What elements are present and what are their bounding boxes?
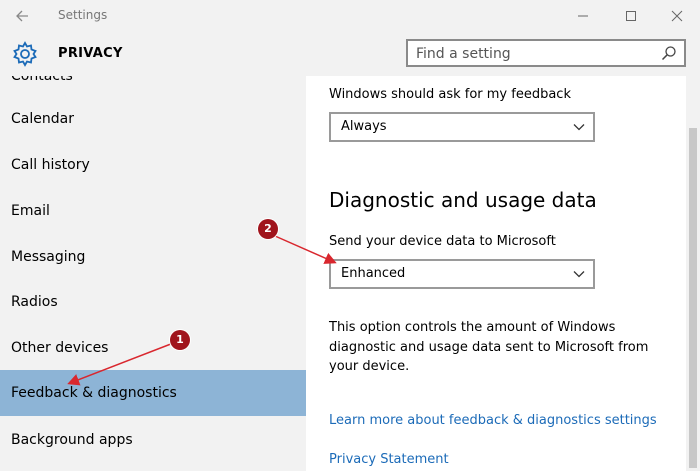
window-title: Settings	[58, 8, 108, 22]
minimize-icon	[578, 15, 588, 17]
close-icon	[671, 10, 683, 22]
diagnostic-data-dropdown[interactable]: Enhanced	[329, 259, 595, 289]
sidebar-item-call-history[interactable]: Call history	[0, 142, 306, 188]
annotation-badge-2: 2	[258, 219, 278, 239]
back-arrow-icon	[16, 10, 28, 22]
close-button[interactable]	[654, 0, 700, 32]
feedback-frequency-dropdown[interactable]: Always	[329, 112, 595, 142]
page-header: PRIVACY	[0, 32, 700, 76]
search-box[interactable]	[406, 39, 686, 67]
minimize-button[interactable]	[560, 0, 606, 32]
gear-icon	[13, 41, 37, 67]
section-title: PRIVACY	[58, 46, 123, 61]
diagnostic-data-value: Enhanced	[341, 266, 406, 281]
sidebar-item-messaging[interactable]: Messaging	[0, 234, 306, 280]
title-bar: Settings	[0, 0, 700, 32]
sidebar-item-radios[interactable]: Radios	[0, 279, 306, 325]
diagnostic-data-label: Send your device data to Microsoft	[329, 234, 556, 249]
main-content: Windows should ask for my feedback Alway…	[306, 76, 686, 471]
search-icon[interactable]	[660, 44, 678, 62]
search-input[interactable]	[416, 44, 646, 64]
maximize-icon	[626, 11, 636, 21]
diagnostic-description: This option controls the amount of Windo…	[329, 320, 649, 374]
annotation-badge-1: 1	[170, 330, 190, 350]
scrollbar-thumb[interactable]	[689, 128, 697, 468]
privacy-statement-link[interactable]: Privacy Statement	[329, 452, 449, 467]
sidebar: Contacts Calendar Call history Email Mes…	[0, 76, 306, 471]
chevron-down-icon	[573, 124, 585, 131]
maximize-button[interactable]	[608, 0, 654, 32]
feedback-frequency-value: Always	[341, 119, 387, 134]
sidebar-item-other-devices[interactable]: Other devices	[0, 325, 306, 371]
sidebar-item-calendar[interactable]: Calendar	[0, 96, 306, 142]
feedback-frequency-label: Windows should ask for my feedback	[329, 87, 571, 102]
scrollbar[interactable]	[686, 76, 700, 471]
learn-more-link[interactable]: Learn more about feedback & diagnostics …	[329, 413, 657, 428]
chevron-down-icon	[573, 271, 585, 278]
sidebar-item-background-apps[interactable]: Background apps	[0, 417, 306, 463]
sidebar-item-feedback-diagnostics[interactable]: Feedback & diagnostics	[0, 370, 306, 416]
back-button[interactable]	[10, 4, 34, 28]
diagnostic-heading: Diagnostic and usage data	[329, 188, 597, 212]
